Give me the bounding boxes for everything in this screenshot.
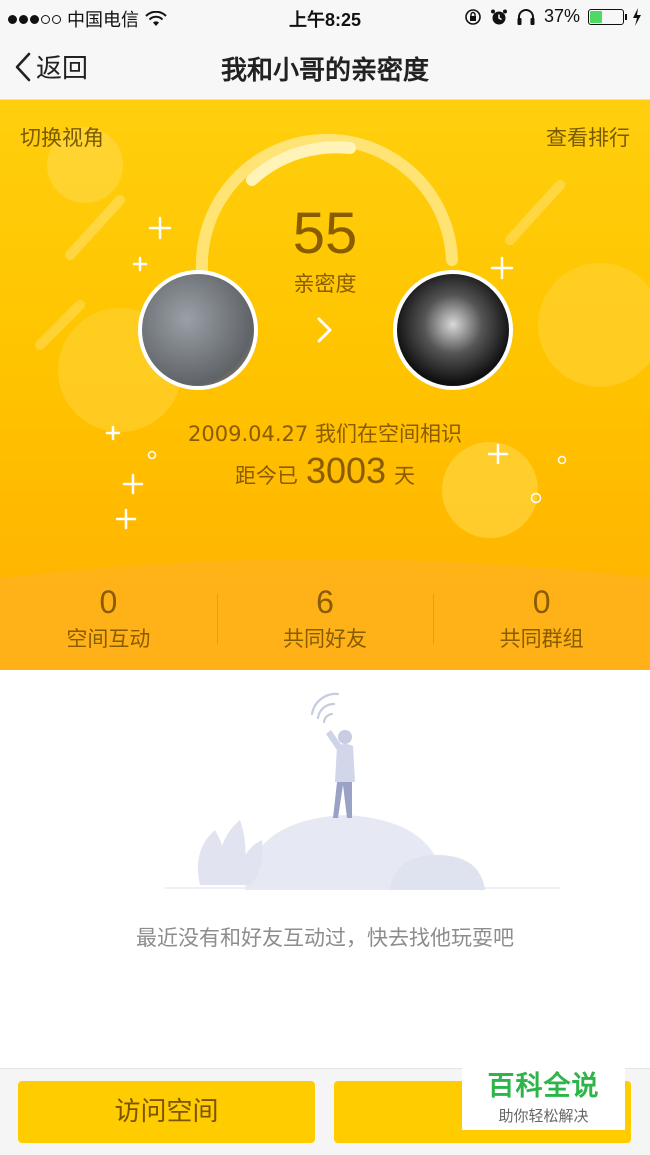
watermark-title: 百科全说	[487, 1071, 600, 1102]
status-bar: 中国电信 上午8:25 37%	[0, 0, 650, 34]
watermark-subtitle: 助你轻松解决	[498, 1107, 589, 1125]
intimacy-label: 亲密度	[293, 272, 357, 296]
my-avatar[interactable]	[138, 270, 258, 390]
stats-row: 0 空间互动 6 共同好友 0 共同群组	[0, 560, 650, 670]
page-title: 我和小哥的亲密度	[220, 56, 429, 86]
meet-date-text: 2009.04.27 我们在空间相识	[188, 422, 462, 446]
stat-label: 共同群组	[499, 627, 584, 651]
intimacy-hero: 切换视角 查看排行 55 亲密度 2009.04.27 我们在空间相识 距今已 …	[0, 100, 650, 670]
charging-icon	[633, 7, 641, 26]
battery-icon	[588, 8, 627, 25]
stat-space-interaction[interactable]: 0 空间互动	[0, 560, 217, 670]
switch-view-link[interactable]: 切换视角	[20, 122, 104, 152]
watermark-logo: 百科全说 助你轻松解决	[462, 1052, 625, 1130]
headphones-icon	[517, 8, 535, 25]
alarm-icon	[490, 9, 507, 24]
stat-mutual-friends[interactable]: 6 共同好友	[216, 560, 434, 670]
empty-state: 最近没有和好友互动过，快去找他玩耍吧	[0, 670, 650, 1070]
stat-value: 0	[99, 584, 118, 620]
empty-illustration	[165, 692, 560, 890]
empty-message: 最近没有和好友互动过，快去找他玩耍吧	[136, 926, 514, 950]
view-rank-link[interactable]: 查看排行	[546, 122, 630, 152]
chevron-right-icon[interactable]	[314, 314, 336, 346]
visit-space-button[interactable]: 访问空间	[18, 1081, 315, 1143]
stat-value: 0	[532, 584, 551, 620]
orientation-lock-icon	[465, 8, 481, 25]
intimacy-score: 55	[292, 201, 358, 266]
days-prefix: 距今已	[234, 464, 298, 488]
stat-value: 6	[316, 584, 334, 620]
nav-bar: 返回 我和小哥的亲密度	[0, 34, 650, 100]
friend-avatar[interactable]	[393, 270, 513, 390]
stat-label: 共同好友	[283, 627, 367, 651]
battery-percent: 37%	[543, 6, 580, 26]
days-since: 距今已 3003 天	[0, 450, 650, 492]
days-suffix: 天	[394, 464, 416, 488]
stat-label: 空间互动	[66, 627, 151, 651]
days-count: 3003	[305, 450, 387, 491]
stat-mutual-groups[interactable]: 0 共同群组	[433, 560, 650, 670]
